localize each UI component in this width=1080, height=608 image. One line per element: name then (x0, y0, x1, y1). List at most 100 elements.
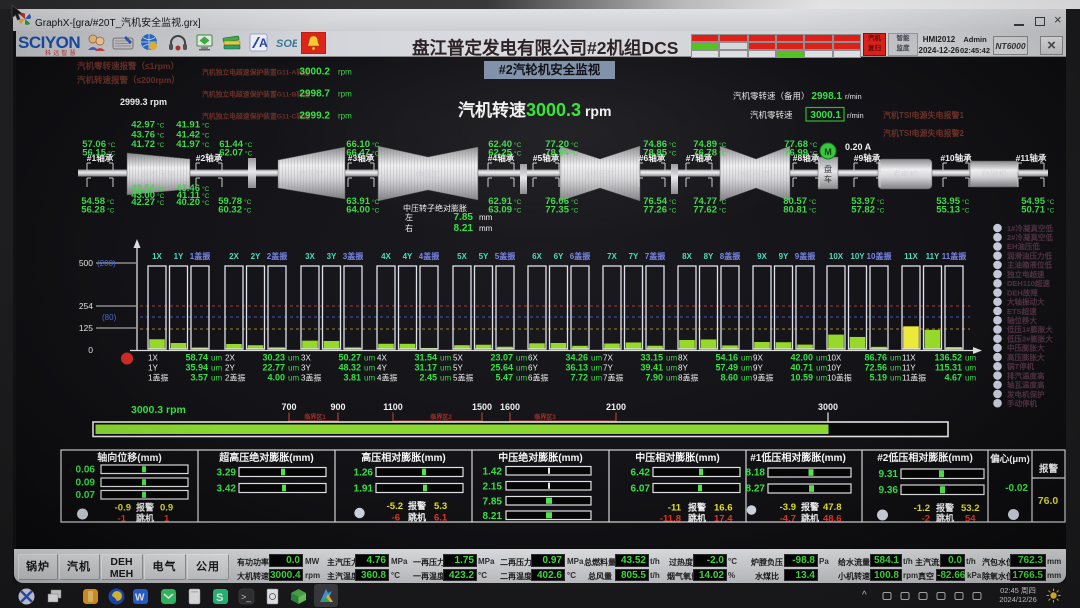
svg-text:700: 700 (281, 402, 296, 412)
svg-text:报警: 报警 (936, 502, 954, 513)
svg-text:4.67: 4.67 (944, 373, 962, 383)
svg-text:9X: 9X (753, 354, 763, 363)
svg-text:5盖振: 5盖振 (453, 373, 473, 383)
svg-text:#11轴承: #11轴承 (1016, 153, 1047, 163)
svg-text:2低压缸: 2低压缸 (740, 170, 771, 180)
svg-text:3.42: 3.42 (217, 484, 237, 495)
svg-text:励磁机: 励磁机 (981, 170, 1007, 180)
svg-text:um: um (816, 354, 827, 363)
svg-text:°C: °C (202, 192, 210, 200)
svg-text:um: um (516, 374, 527, 383)
svg-text:°C: °C (669, 149, 677, 157)
svg-text:um: um (288, 354, 299, 363)
svg-text:°C: °C (962, 206, 970, 214)
svg-text:°C: °C (1047, 198, 1055, 206)
svg-text:8Y: 8Y (678, 364, 688, 373)
svg-text:72.56: 72.56 (864, 363, 887, 373)
svg-text:7Y: 7Y (603, 364, 613, 373)
svg-text:7.85: 7.85 (483, 497, 503, 508)
svg-text:1X: 1X (148, 354, 158, 363)
svg-text:2盖振: 2盖振 (225, 373, 245, 383)
svg-text:39.41: 39.41 (640, 363, 663, 373)
svg-text:62.07: 62.07 (219, 147, 243, 158)
svg-text:°C: °C (107, 206, 115, 214)
svg-text:8.27: 8.27 (746, 484, 766, 495)
svg-text:5盖振: 5盖振 (495, 251, 515, 261)
svg-text:8Y: 8Y (704, 252, 714, 261)
svg-text:9盖振: 9盖振 (795, 251, 815, 261)
svg-text:°C: °C (669, 206, 677, 214)
svg-text:47.8: 47.8 (823, 502, 842, 513)
svg-text:11X: 11X (904, 252, 918, 261)
svg-text:低压1#膨胀大: 低压1#膨胀大 (1006, 324, 1053, 334)
svg-text:um: um (666, 374, 677, 383)
svg-text:-1: -1 (118, 514, 127, 525)
svg-text:um: um (440, 374, 451, 383)
svg-text:轴瓦温度高: 轴瓦温度高 (1007, 380, 1045, 390)
svg-text:115.31: 115.31 (935, 363, 962, 373)
svg-text:-11.8: -11.8 (660, 514, 681, 525)
svg-text:um: um (364, 374, 375, 383)
svg-text:>_: >_ (241, 592, 252, 602)
svg-text:8盖振: 8盖振 (678, 373, 698, 383)
svg-text:6X: 6X (528, 354, 538, 363)
svg-text:°C: °C (107, 198, 115, 206)
svg-text:um: um (211, 374, 222, 383)
svg-text:°C: °C (514, 198, 522, 206)
svg-text:-0.02: -0.02 (1005, 483, 1028, 494)
svg-text:2998.7: 2998.7 (299, 89, 330, 100)
svg-text:M: M (824, 147, 832, 157)
svg-text:4.00: 4.00 (267, 373, 285, 383)
svg-text:°C: °C (669, 198, 677, 206)
svg-text:um: um (666, 364, 677, 373)
svg-text:10X: 10X (827, 354, 842, 363)
svg-text:1.42: 1.42 (483, 467, 503, 478)
svg-text:报警: 报警 (408, 500, 426, 511)
svg-text:6X: 6X (532, 252, 542, 261)
svg-text:锅T停机: 锅T停机 (1007, 361, 1035, 371)
svg-text:°C: °C (809, 198, 817, 206)
svg-text:高压相对膨胀(mm): 高压相对膨胀(mm) (361, 451, 445, 464)
svg-text:5.47: 5.47 (495, 373, 513, 383)
svg-text:7.85: 7.85 (454, 212, 474, 223)
svg-text:#1低压相对膨胀(mm): #1低压相对膨胀(mm) (750, 451, 846, 464)
svg-text:8.18: 8.18 (746, 468, 766, 479)
svg-text:排汽温度高: 排汽温度高 (1007, 370, 1045, 380)
svg-text:3000.3 rpm: 3000.3 rpm (131, 404, 186, 416)
svg-text:7Y: 7Y (629, 252, 639, 261)
svg-text:1X: 1X (152, 252, 162, 261)
svg-text:2.15: 2.15 (483, 482, 503, 493)
svg-text:汽机独立电超速保护装置G11-A转速: 汽机独立电超速保护装置G11-A转速 (202, 68, 310, 77)
svg-text:临界区3: 临界区3 (534, 413, 556, 421)
svg-text:5.3: 5.3 (434, 501, 447, 512)
svg-text:°C: °C (157, 131, 165, 139)
svg-text:31.54: 31.54 (414, 353, 437, 363)
svg-text:0.07: 0.07 (76, 490, 96, 501)
svg-text:汽机TSI电源失电报警1: 汽机TSI电源失电报警1 (883, 110, 964, 120)
svg-text:盘: 盘 (824, 164, 832, 174)
svg-text:4X: 4X (377, 354, 387, 363)
svg-text:-6: -6 (392, 513, 400, 524)
svg-text:#2低压相对膨胀(mm): #2低压相对膨胀(mm) (877, 451, 973, 464)
svg-text:um: um (516, 354, 527, 363)
svg-text:3.29: 3.29 (217, 468, 237, 479)
svg-text:跳机: 跳机 (801, 513, 819, 524)
svg-text:0: 0 (88, 345, 93, 355)
svg-text:41.97: 41.97 (176, 139, 200, 150)
svg-text:6.42: 6.42 (631, 468, 651, 479)
svg-text:um: um (965, 374, 976, 383)
svg-text:6盖振: 6盖振 (570, 251, 590, 261)
svg-text:41.72: 41.72 (131, 139, 155, 150)
svg-text:°C: °C (372, 141, 380, 149)
svg-text:17.4: 17.4 (714, 514, 733, 525)
svg-text:报警: 报警 (688, 502, 706, 513)
svg-text:-4.7: -4.7 (780, 514, 796, 525)
svg-text:54.16: 54.16 (715, 353, 738, 363)
svg-text:°C: °C (202, 185, 210, 193)
svg-text:9X: 9X (757, 252, 767, 261)
svg-text:8.21: 8.21 (454, 223, 474, 234)
svg-text:56.15: 56.15 (82, 147, 106, 158)
svg-text:跳机: 跳机 (936, 513, 954, 524)
svg-text:3Y: 3Y (327, 252, 337, 261)
svg-text:76.0: 76.0 (1038, 495, 1059, 507)
